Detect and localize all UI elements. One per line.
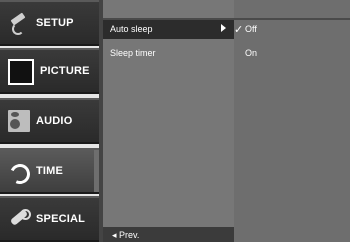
wrench-icon [8,208,31,230]
option-on[interactable]: On [245,48,257,58]
submenu-item-sleep-timer[interactable]: Sleep timer [110,48,156,58]
satellite-dish-icon [8,12,30,35]
options-panel [234,0,350,242]
menu-item-label: SETUP [36,17,74,29]
options-top-bar [234,0,350,20]
check-icon: ✓ [234,24,244,36]
option-off[interactable]: Off [245,24,257,34]
menu-item-label: TIME [36,165,64,177]
prev-label[interactable]: ◂ Prev. [112,230,139,241]
menu-item-audio[interactable]: AUDIO [0,98,99,144]
speaker-icon [8,110,30,132]
submenu-top-bar [103,0,234,20]
menu-item-label: AUDIO [36,115,73,127]
menu-item-label: PICTURE [40,65,90,77]
main-menu: SETUP PICTURE AUDIO TIME SPECIAL [0,0,100,242]
tv-screen-icon [8,59,34,85]
menu-item-setup[interactable]: SETUP [0,0,99,46]
osd-menu: SETUP PICTURE AUDIO TIME SPECIAL Auto sl… [0,0,350,242]
menu-item-special[interactable]: SPECIAL [0,196,99,242]
menu-item-time[interactable]: TIME [0,148,100,194]
menu-item-picture[interactable]: PICTURE [0,48,99,94]
arrow-right-icon [221,24,226,32]
submenu-item-auto-sleep[interactable]: Auto sleep [110,24,153,34]
clock-icon [8,160,30,182]
menu-item-label: SPECIAL [36,213,86,225]
